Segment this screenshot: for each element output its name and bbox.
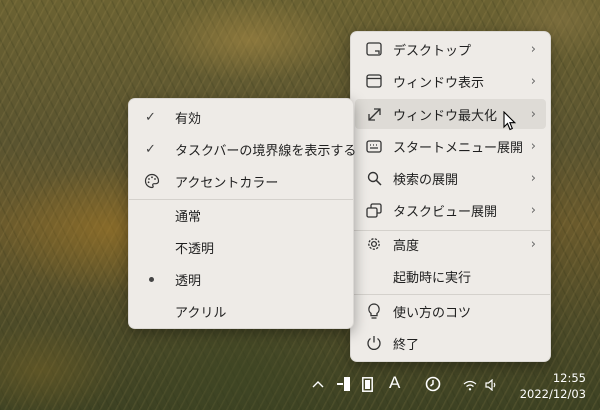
menu-item-label: デスクトップ	[393, 43, 472, 59]
menu-item-start-menu[interactable]: スタートメニュー展開 ›	[355, 131, 546, 161]
menu-item-window-maximize[interactable]: ウィンドウ最大化 ›	[355, 99, 546, 129]
menu-item-label: ウィンドウ表示	[393, 75, 485, 91]
submenu-item-label: アクセントカラー	[175, 175, 279, 191]
chevron-right-icon: ›	[530, 202, 536, 218]
submenu-item-label: 不透明	[175, 241, 215, 257]
wifi-icon[interactable]	[463, 380, 477, 391]
chevron-right-icon: ›	[530, 73, 536, 89]
menu-item-tips[interactable]: 使い方のコツ	[355, 296, 546, 326]
submenu-item-opaque[interactable]: 不透明	[133, 232, 349, 262]
submenu-item-label: アクリル	[175, 305, 227, 321]
search-icon	[365, 169, 383, 187]
window-icon	[365, 72, 383, 90]
submenu-item-label: 有効	[175, 111, 202, 127]
display-icon[interactable]	[362, 377, 373, 392]
maximize-submenu: ✓ 有効 ✓ タスクバーの境界線を表示する アクセントカラー 通常 不透明 透明…	[128, 98, 356, 329]
menu-item-label: 終了	[393, 337, 420, 353]
chevron-right-icon: ›	[530, 41, 536, 57]
menu-item-task-view[interactable]: タスクビュー展開 ›	[355, 195, 546, 225]
submenu-item-normal[interactable]: 通常	[133, 200, 349, 230]
menu-item-run-at-startup[interactable]: 起動時に実行	[355, 261, 546, 291]
chevron-up-icon[interactable]	[312, 380, 324, 388]
power-icon	[365, 334, 383, 352]
menu-item-exit[interactable]: 終了	[355, 328, 546, 358]
menu-item-label: タスクビュー展開	[393, 204, 498, 220]
checkmark-icon: ✓	[145, 109, 156, 125]
clock-app-icon[interactable]	[425, 376, 441, 392]
menu-item-label: スタートメニュー展開	[393, 140, 524, 156]
desktop-icon	[365, 40, 383, 58]
keyboard-icon	[365, 137, 383, 155]
clock-time: 12:55	[552, 371, 586, 385]
gear-icon	[365, 235, 383, 253]
speaker-icon[interactable]	[485, 379, 497, 391]
chevron-right-icon: ›	[530, 138, 536, 154]
font-a-icon[interactable]: A	[389, 373, 400, 393]
menu-item-advanced[interactable]: 高度 ›	[355, 229, 546, 259]
submenu-item-enabled[interactable]: ✓ 有効	[133, 102, 349, 132]
maximize-icon	[365, 105, 383, 123]
menu-item-window-view[interactable]: ウィンドウ表示 ›	[355, 66, 546, 96]
menu-item-label: 起動時に実行	[393, 270, 472, 286]
submenu-item-acrylic[interactable]: アクリル	[133, 296, 349, 326]
radio-dot-icon	[149, 276, 154, 282]
checkmark-icon: ✓	[145, 141, 156, 157]
submenu-item-show-border[interactable]: ✓ タスクバーの境界線を表示する	[133, 134, 356, 164]
menu-item-label: 高度	[393, 238, 420, 254]
submenu-item-transparent[interactable]: 透明	[133, 264, 349, 294]
menu-separator	[351, 294, 550, 295]
submenu-item-label: タスクバーの境界線を表示する	[175, 143, 357, 159]
submenu-item-label: 透明	[175, 273, 202, 289]
menu-item-search[interactable]: 検索の展開 ›	[355, 163, 546, 193]
translucenttb-icon[interactable]	[337, 376, 350, 392]
taskbar-clock[interactable]: 12:55 2022/12/03	[520, 370, 586, 402]
chevron-right-icon: ›	[530, 170, 536, 186]
menu-item-label: ウィンドウ最大化	[393, 108, 498, 124]
lightbulb-icon	[365, 302, 383, 320]
submenu-item-label: 通常	[175, 209, 202, 225]
task-view-icon	[365, 201, 383, 219]
palette-icon	[143, 172, 161, 190]
chevron-right-icon: ›	[530, 106, 536, 122]
clock-date: 2022/12/03	[519, 387, 586, 401]
menu-item-label: 使い方のコツ	[393, 305, 472, 321]
menu-item-desktop[interactable]: デスクトップ ›	[355, 34, 546, 64]
tray-context-menu: デスクトップ › ウィンドウ表示 › ウィンドウ最大化 › スタートメニュー展開…	[350, 31, 551, 362]
menu-item-label: 検索の展開	[393, 172, 459, 188]
submenu-item-accent-color[interactable]: アクセントカラー	[133, 166, 349, 196]
mouse-cursor-icon	[503, 111, 516, 131]
chevron-right-icon: ›	[530, 236, 536, 252]
